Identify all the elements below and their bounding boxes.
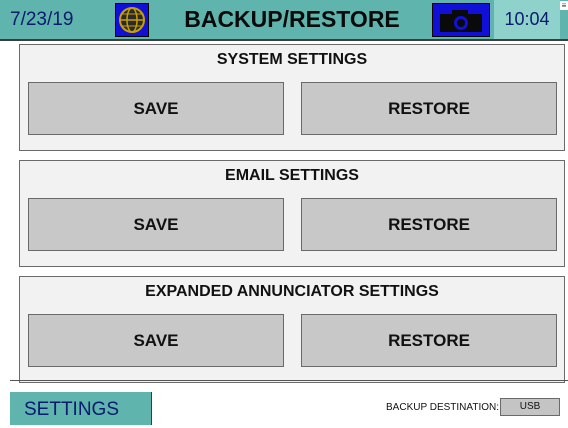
system-settings-restore-button[interactable]: RESTORE — [301, 82, 557, 135]
header-time: 10:04 — [494, 0, 560, 39]
camera-icon[interactable] — [432, 3, 490, 37]
expanded-annunciator-save-button[interactable]: SAVE — [28, 314, 284, 367]
system-settings-save-button[interactable]: SAVE — [28, 82, 284, 135]
expanded-annunciator-restore-button[interactable]: RESTORE — [301, 314, 557, 367]
section-title: EMAIL SETTINGS — [225, 167, 359, 184]
section-title: SYSTEM SETTINGS — [216, 51, 368, 68]
header-bar: 7/23/19 BACKUP/RESTORE 10:04 ≡ — [0, 0, 568, 41]
system-settings-panel: SYSTEM SETTINGS SAVE RESTORE — [19, 44, 565, 151]
footer-divider — [10, 380, 568, 381]
header-date: 7/23/19 — [10, 9, 74, 30]
section-title: EXPANDED ANNUNCIATOR SETTINGS — [145, 283, 439, 300]
corner-marker-icon: ≡ — [560, 1, 568, 10]
page-title: BACKUP/RESTORE — [184, 6, 400, 32]
backup-destination-select[interactable]: USB — [500, 398, 560, 416]
settings-nav-button[interactable]: SETTINGS — [10, 392, 152, 425]
email-settings-panel: EMAIL SETTINGS SAVE RESTORE — [19, 160, 565, 267]
email-settings-restore-button[interactable]: RESTORE — [301, 198, 557, 251]
expanded-annunciator-settings-panel: EXPANDED ANNUNCIATOR SETTINGS SAVE RESTO… — [19, 276, 565, 383]
globe-icon[interactable] — [115, 3, 149, 37]
backup-destination-label: BACKUP DESTINATION: — [386, 402, 499, 413]
email-settings-save-button[interactable]: SAVE — [28, 198, 284, 251]
